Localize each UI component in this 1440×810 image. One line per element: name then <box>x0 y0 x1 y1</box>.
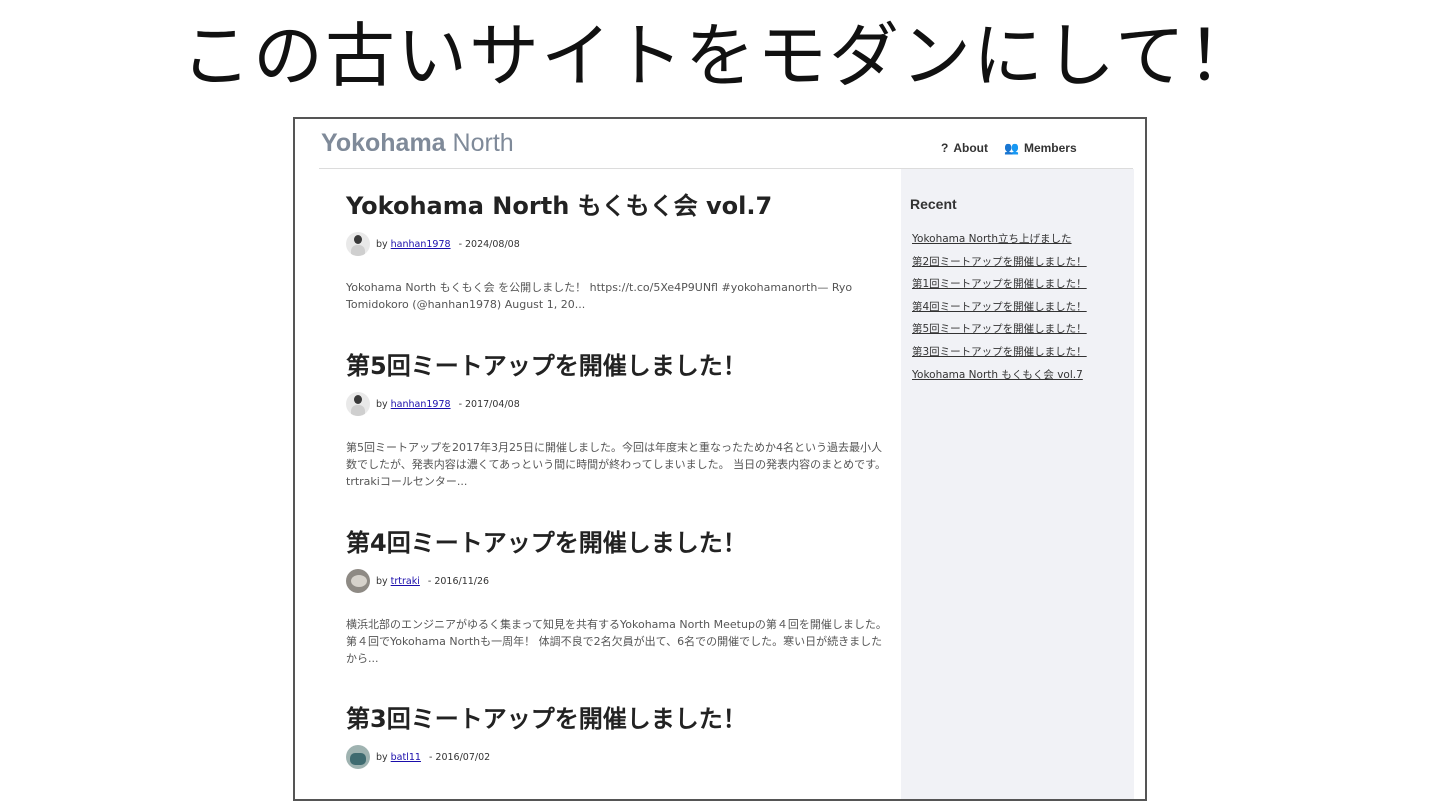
recent-post-link[interactable]: 第2回ミートアップを開催しました！ <box>912 256 1087 268</box>
site-brand[interactable]: Yokohama North <box>321 129 514 158</box>
post-by: by <box>376 398 388 410</box>
post-meta: by trtraki - 2016/11/26 <box>346 568 891 594</box>
recent-post-link[interactable]: 第1回ミートアップを開催しました！ <box>912 278 1087 290</box>
post-meta: by hanhan1978 - 2024/08/08 <box>346 231 891 257</box>
post-date: - 2017/04/08 <box>458 398 520 410</box>
post-by: by <box>376 751 388 763</box>
list-item: Yokohama North もくもく会 vol.7 <box>912 363 1087 386</box>
post-author-link[interactable]: batl11 <box>391 752 421 763</box>
post-item: Yokohama North もくもく会 vol.7 by hanhan1978… <box>346 191 891 313</box>
list-item: 第5回ミートアップを開催しました！ <box>912 317 1087 340</box>
nav-members-label: Members <box>1023 141 1077 155</box>
person-avatar <box>346 232 370 256</box>
seal-avatar <box>346 569 370 593</box>
nav-about-label: About <box>953 141 988 155</box>
list-item: Yokohama North立ち上げました <box>912 227 1087 250</box>
post-date: - 2024/08/08 <box>458 238 520 250</box>
recent-post-link[interactable]: 第3回ミートアップを開催しました！ <box>912 346 1087 358</box>
nav-members[interactable]: 👥 Members <box>1004 141 1077 155</box>
post-item: 第3回ミートアップを開催しました！ by batl11 - 2016/07/02 <box>346 704 891 792</box>
sidebar-title: Recent <box>910 196 957 212</box>
person-avatar <box>346 392 370 416</box>
post-meta: by hanhan1978 - 2017/04/08 <box>346 391 891 417</box>
post-author-link[interactable]: trtraki <box>391 576 420 587</box>
post-by: by <box>376 575 388 587</box>
list-item: 第1回ミートアップを開催しました！ <box>912 272 1087 295</box>
recent-post-link[interactable]: 第5回ミートアップを開催しました！ <box>912 323 1087 335</box>
question-icon: ? <box>941 141 949 155</box>
recent-posts-list: Yokohama North立ち上げました 第2回ミートアップを開催しました！ … <box>912 227 1087 385</box>
post-author-link[interactable]: hanhan1978 <box>391 239 451 250</box>
post-by: by <box>376 238 388 250</box>
post-author-link[interactable]: hanhan1978 <box>391 399 451 410</box>
post-item: 第5回ミートアップを開催しました！ by hanhan1978 - 2017/0… <box>346 351 891 490</box>
post-meta: by batl11 - 2016/07/02 <box>346 744 891 770</box>
post-title[interactable]: 第3回ミートアップを開催しました！ <box>346 704 891 734</box>
post-date: - 2016/07/02 <box>428 751 491 763</box>
list-item: 第4回ミートアップを開催しました！ <box>912 295 1087 318</box>
nav-about[interactable]: ? About <box>941 141 988 155</box>
recent-post-link[interactable]: 第4回ミートアップを開催しました！ <box>912 301 1087 313</box>
post-title[interactable]: 第5回ミートアップを開催しました！ <box>346 351 891 381</box>
top-nav: ? About 👥 Members <box>941 141 1077 155</box>
sidebar: Recent Yokohama North立ち上げました 第2回ミートアップを開… <box>901 169 1134 799</box>
brand-light: North <box>452 129 514 157</box>
recent-post-link[interactable]: Yokohama North立ち上げました <box>912 233 1072 245</box>
post-excerpt: 第5回ミートアップを2017年3月25日に開催しました。今回は年度末と重なったた… <box>346 441 886 488</box>
post-excerpt: Yokohama North もくもく会 を公開しました！ https://t.… <box>346 281 853 311</box>
post-excerpt: 横浜北部のエンジニアがゆるく集まって知見を共有するYokohama North … <box>346 618 887 665</box>
site-header: Yokohama North ? About 👥 Members <box>319 119 1133 169</box>
brand-bold: Yokohama <box>321 129 446 157</box>
list-item: 第3回ミートアップを開催しました！ <box>912 340 1087 363</box>
recent-post-link[interactable]: Yokohama North もくもく会 vol.7 <box>912 369 1083 381</box>
robot-avatar <box>346 745 370 769</box>
website-screenshot-frame: Yokohama North ? About 👥 Members Yokoham… <box>293 117 1147 801</box>
post-date: - 2016/11/26 <box>427 575 490 587</box>
post-title[interactable]: 第4回ミートアップを開催しました！ <box>346 528 891 558</box>
users-icon: 👥 <box>1004 141 1019 155</box>
post-title[interactable]: Yokohama North もくもく会 vol.7 <box>346 191 891 221</box>
list-item: 第2回ミートアップを開催しました！ <box>912 250 1087 273</box>
slide-title: この古いサイトをモダンにして！ <box>181 15 1259 97</box>
post-item: 第4回ミートアップを開催しました！ by trtraki - 2016/11/2… <box>346 528 891 667</box>
